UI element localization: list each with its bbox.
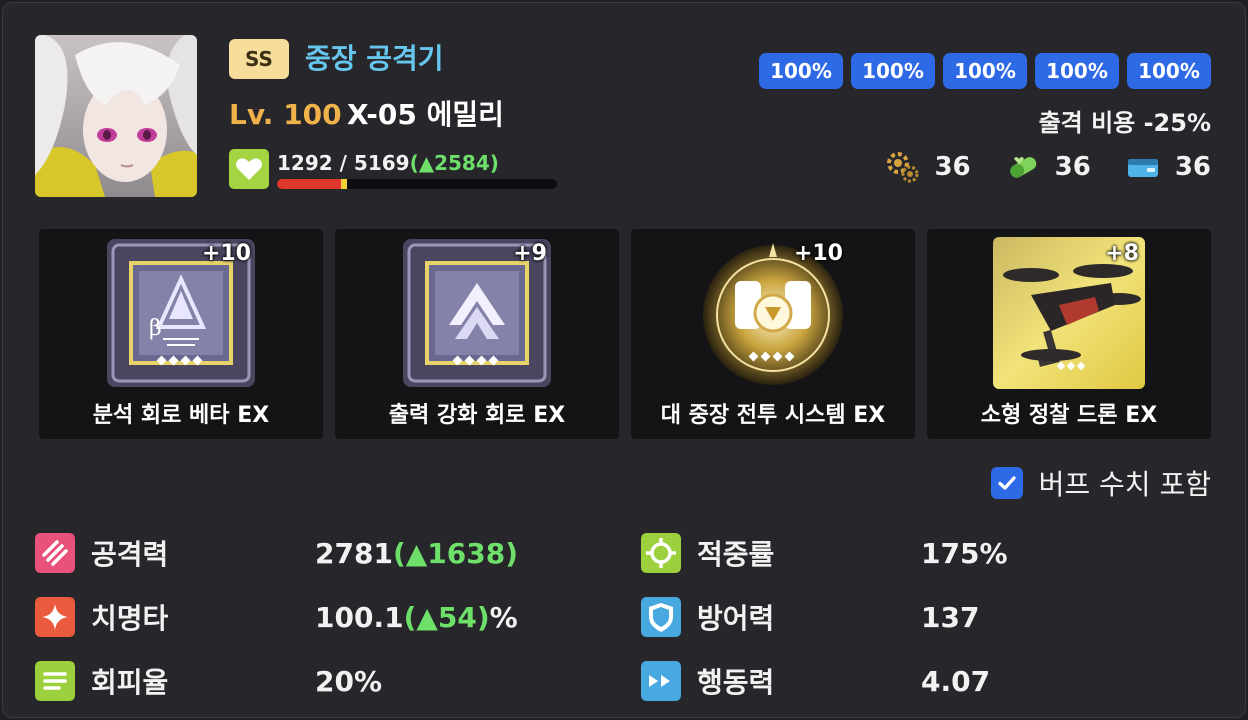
- stat-bonus-open: (: [392, 536, 406, 570]
- resource-parts: 36: [884, 149, 971, 185]
- resource-costs: 36 36 36: [884, 149, 1211, 185]
- accuracy-target-icon: [641, 533, 681, 573]
- affinity-bonus-close: ): [489, 151, 499, 175]
- stat-accuracy: 적중률 175%: [641, 533, 1201, 573]
- stat-bonus-close: ): [476, 600, 490, 634]
- stat-base: 100.1: [315, 600, 404, 634]
- resource-power-value: 36: [1174, 152, 1211, 182]
- equipment-slot-1[interactable]: β +10 분석 회로 베타 EX: [39, 229, 323, 439]
- stat-value: 2781(▲1638): [315, 537, 518, 570]
- stat-value: 20%: [315, 664, 383, 698]
- stat-value: 4.07: [921, 664, 991, 698]
- equipment-enhance-level: +8: [1105, 241, 1139, 266]
- equipment-row: β +10 분석 회로 베타 EX +9 출력 강화 회로 EX +10 대 중…: [39, 229, 1211, 439]
- stat-crit: 치명타 100.1(▲54)%: [35, 597, 595, 637]
- heart-icon: [229, 149, 269, 189]
- class-label: 중장 공격기: [305, 42, 444, 75]
- equipment-name: 대 중장 전투 시스템 EX: [660, 403, 886, 428]
- affinity-max: 5169: [353, 151, 410, 175]
- include-buff-checkbox[interactable]: [990, 467, 1023, 499]
- character-portrait[interactable]: [35, 35, 197, 197]
- stat-bonus-close: ): [505, 536, 518, 570]
- affinity-progress-fill: [277, 179, 347, 189]
- equipment-enhance-level: +10: [793, 241, 843, 266]
- mobility-arrows-icon: [641, 661, 681, 701]
- include-buff-label: 버프 수치 포함: [1038, 468, 1211, 501]
- affinity-progress-marker: [341, 179, 347, 189]
- resource-power: 36: [1125, 149, 1211, 185]
- equipment-name: 출력 강화 회로 EX: [388, 403, 566, 428]
- resource-parts-value: 36: [934, 152, 971, 182]
- evasion-lines-icon: [35, 661, 75, 701]
- grade-badge: SS: [229, 39, 289, 79]
- include-buff-toggle[interactable]: 버프 수치 포함: [990, 463, 1211, 503]
- equipment-enhance-level: +9: [513, 241, 547, 266]
- part-percentage-badge[interactable]: 100%: [1127, 53, 1211, 89]
- affinity-value: 1292 / 5169(▲2584): [277, 149, 499, 177]
- stat-defense: 방어력 137: [641, 597, 1201, 637]
- part-percentage-badge[interactable]: 100%: [851, 53, 935, 89]
- part-percentage-badge[interactable]: 100%: [943, 53, 1027, 89]
- resource-nutrient: 36: [1005, 149, 1091, 185]
- wallet-icon: [1127, 159, 1158, 177]
- equipment-slot-4[interactable]: +8 소형 정찰 드론 EX: [927, 229, 1211, 439]
- stat-value: 137: [921, 600, 980, 634]
- affinity-bonus: ▲2584: [418, 151, 490, 175]
- stat-bonus-open: (: [403, 600, 417, 634]
- sortie-cost-label: 출격 비용 -25%: [1038, 109, 1211, 137]
- stat-suffix: %: [489, 600, 518, 634]
- affinity-progress-bar: [277, 179, 557, 189]
- crit-star-icon: [35, 597, 75, 637]
- attack-slash-icon: [35, 533, 75, 573]
- affinity-bonus-open: (: [409, 151, 419, 175]
- equipment-slot-2[interactable]: +9 출력 강화 회로 EX: [335, 229, 619, 439]
- stat-value: 100.1(▲54)%: [315, 601, 518, 634]
- equipment-name: 소형 정찰 드론 EX: [980, 403, 1158, 428]
- svg-text:β: β: [149, 316, 162, 341]
- stat-label: 방어력: [697, 602, 775, 635]
- affinity-separator: /: [332, 151, 354, 175]
- capsule-icon: [1009, 157, 1036, 178]
- equipment-enhance-level: +10: [201, 241, 251, 266]
- stat-evasion: 회피율 20%: [35, 661, 595, 701]
- defense-shield-icon: [641, 597, 681, 637]
- character-name: X-05 에밀리: [347, 98, 504, 131]
- part-percentage-badge[interactable]: 100%: [759, 53, 843, 89]
- stat-label: 치명타: [91, 602, 169, 635]
- stat-label: 공격력: [91, 538, 169, 571]
- affinity-current: 1292: [277, 151, 333, 175]
- level-label: Lv. 100: [229, 98, 342, 131]
- stat-label: 행동력: [697, 666, 775, 699]
- equipment-slot-3[interactable]: +10 대 중장 전투 시스템 EX: [631, 229, 915, 439]
- checkmark-icon: [998, 476, 1016, 490]
- equipment-name: 분석 회로 베타 EX: [92, 403, 270, 428]
- stat-base: 2781: [315, 536, 393, 570]
- character-detail-panel: SS 중장 공격기 Lv. 100 X-05 에밀리 1292 / 5169(▲…: [2, 2, 1246, 718]
- stat-label: 적중률: [697, 538, 775, 571]
- stat-bonus: ▲54: [416, 600, 477, 634]
- stat-value: 175%: [921, 536, 1008, 570]
- resource-nutrient-value: 36: [1054, 152, 1091, 182]
- part-percentage-badge[interactable]: 100%: [1035, 53, 1119, 89]
- gear-parts-icon: [887, 152, 919, 183]
- stat-label: 회피율: [91, 666, 169, 699]
- stat-bonus: ▲1638: [405, 536, 506, 570]
- parts-percentage-row: 100% 100% 100% 100% 100%: [759, 53, 1211, 89]
- stat-mobility: 행동력 4.07: [641, 661, 1201, 701]
- stat-attack: 공격력 2781(▲1638): [35, 533, 595, 573]
